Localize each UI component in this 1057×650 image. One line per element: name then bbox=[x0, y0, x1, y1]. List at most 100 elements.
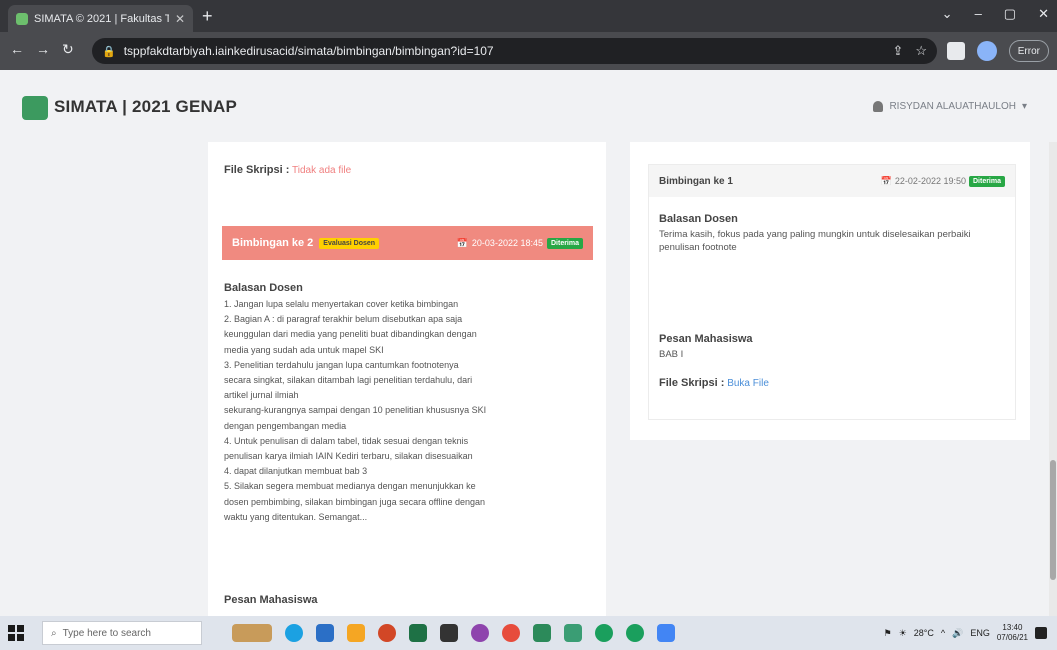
date-text: 22-02-2022 19:50 bbox=[894, 176, 966, 186]
calendar-icon: 📅 bbox=[456, 237, 468, 248]
bimbingan-card-body: Balasan Dosen Terima kasih, fokus pada y… bbox=[649, 197, 1015, 270]
windows-start-icon[interactable] bbox=[8, 625, 24, 641]
bimbingan-date: 📅 20-03-2022 18:45 Diterima bbox=[456, 237, 583, 249]
app-header: SIMATA | 2021 GENAP RISYDAN ALAUATHAULOH… bbox=[0, 70, 1057, 142]
file-skripsi-label: File Skripsi : bbox=[659, 377, 725, 389]
share-icon[interactable]: ⇪ bbox=[892, 43, 903, 59]
url-text: tsppfakdtarbiyah.iainkedirusacid/simata/… bbox=[123, 44, 494, 58]
evaluation-badge: Evaluasi Dosen bbox=[319, 237, 380, 249]
close-window-icon[interactable]: ✕ bbox=[1038, 6, 1049, 22]
error-button[interactable]: Error bbox=[1008, 40, 1049, 62]
app-icon[interactable] bbox=[471, 624, 489, 642]
file-skripsi-row: File Skripsi : Buka File bbox=[659, 377, 769, 389]
balasan-line: dengan pengembangan media bbox=[224, 420, 347, 431]
balasan-dosen-section: Balasan Dosen 1. Jangan lupa selalu meny… bbox=[224, 282, 584, 525]
chrome-icon[interactable] bbox=[595, 624, 613, 642]
pesan-label: Pesan Mahasiswa bbox=[659, 333, 753, 345]
balasan-line: waktu yang ditentukan. Semangat... bbox=[224, 511, 368, 522]
file-skripsi-link[interactable]: Tidak ada file bbox=[292, 165, 351, 176]
browser-actions: Error bbox=[946, 40, 1049, 62]
balasan-line: keunggulan dari media yang peneliti buat… bbox=[224, 329, 477, 340]
taskbar-search[interactable]: ⌕ Type here to search bbox=[42, 621, 202, 645]
file-explorer-icon[interactable] bbox=[347, 624, 365, 642]
app-icon[interactable] bbox=[533, 624, 551, 642]
weather-icon: ☀ bbox=[898, 627, 907, 638]
file-skripsi-row: File Skripsi : Tidak ada file bbox=[224, 164, 351, 176]
caret-down-icon: ▾ bbox=[1021, 101, 1027, 112]
window-controls: ⌄ – ▢ ✕ bbox=[942, 6, 1049, 22]
desktop-thumbnail-icon[interactable] bbox=[232, 624, 272, 642]
user-name: RISYDAN ALAUATHAULOH bbox=[889, 101, 1016, 112]
pesan-mahasiswa-section: Pesan Mahasiswa bbox=[224, 590, 318, 608]
user-icon bbox=[873, 101, 884, 112]
close-tab-icon[interactable]: ✕ bbox=[175, 12, 185, 26]
balasan-line: 1. Jangan lupa selalu menyertakan cover … bbox=[224, 299, 459, 309]
back-icon[interactable]: ← bbox=[10, 41, 24, 57]
site-favicon-icon bbox=[16, 12, 28, 25]
taskbar-apps bbox=[232, 624, 675, 642]
lock-icon: 🔒 bbox=[102, 45, 116, 58]
bimbingan-card-date: 📅 22-02-2022 19:50 Diterima bbox=[880, 175, 1005, 187]
simata-logo bbox=[22, 96, 48, 120]
pesan-text: BAB I bbox=[659, 349, 684, 360]
calendar-icon: 📅 bbox=[880, 175, 892, 186]
edge-icon[interactable] bbox=[285, 624, 303, 642]
status-badge: Diterima bbox=[968, 175, 1005, 187]
balasan-label: Balasan Dosen bbox=[659, 213, 738, 225]
balasan-line: media yang sudah ada untuk mapel SKI bbox=[224, 344, 384, 355]
search-placeholder: Type here to search bbox=[62, 627, 151, 639]
scrollbar-thumb[interactable] bbox=[1050, 460, 1056, 580]
balasan-line: dosen pembimbing, silakan bimbingan juga… bbox=[224, 496, 486, 507]
clock[interactable]: 13:40 07/06/21 bbox=[997, 623, 1028, 643]
bimbingan-title: Bimbingan ke 2 bbox=[232, 237, 314, 249]
network-icon[interactable]: ⚑ bbox=[884, 628, 892, 639]
new-tab-icon[interactable]: + bbox=[202, 6, 213, 26]
maximize-icon[interactable]: ▢ bbox=[1004, 6, 1016, 22]
main-content: File Skripsi : Tidak ada file Bimbingan … bbox=[0, 142, 1057, 616]
app-icon[interactable] bbox=[564, 624, 582, 642]
clock-time: 13:40 bbox=[1002, 623, 1023, 632]
balasan-line: artikel jurnal ilmiah bbox=[224, 390, 299, 401]
chevron-down-icon[interactable]: ⌄ bbox=[942, 6, 953, 22]
balasan-text: Terima kasih, fokus pada yang paling mun… bbox=[659, 229, 971, 253]
browser-tab[interactable]: SIMATA © 2021 | Fakultas Tarbiyah ✕ bbox=[8, 5, 193, 32]
address-bar[interactable]: 🔒 tsppfakdtarbiyah.iainkedirusacid/simat… bbox=[92, 38, 937, 64]
acrobat-icon[interactable] bbox=[378, 624, 396, 642]
extension-icon[interactable] bbox=[946, 42, 965, 60]
balasan-line: penulisan karya ilmiah IAIN Kediri terba… bbox=[224, 451, 473, 462]
bimbingan-card: Bimbingan ke 1 📅 22-02-2022 19:50 Diteri… bbox=[648, 164, 1016, 420]
chrome-icon[interactable] bbox=[626, 624, 644, 642]
notification-icon[interactable] bbox=[1035, 627, 1047, 639]
store-icon[interactable] bbox=[316, 624, 334, 642]
balasan-line: sekurang-kurangnya sampai dengan 10 pene… bbox=[224, 405, 487, 416]
reload-icon[interactable]: ↻ bbox=[62, 41, 74, 58]
file-skripsi-label: File Skripsi : bbox=[224, 164, 290, 176]
system-tray: ⚑ ☀ 28°C ^ 🔊 ENG 13:40 07/06/21 bbox=[884, 623, 1057, 643]
bimbingan-card-title: Bimbingan ke 1 bbox=[659, 175, 733, 187]
chevron-up-icon[interactable]: ^ bbox=[941, 628, 945, 638]
balasan-line: secara singkat, silakan ditambah lagi pe… bbox=[224, 375, 473, 386]
star-icon[interactable]: ☆ bbox=[915, 43, 927, 59]
volume-icon[interactable]: 🔊 bbox=[952, 628, 963, 639]
status-badge: Diterima bbox=[546, 237, 583, 249]
minimize-icon[interactable]: – bbox=[975, 6, 982, 22]
balasan-line: 4. Untuk penulisan di dalam tabel, tidak… bbox=[224, 435, 469, 446]
google-icon[interactable] bbox=[657, 624, 675, 642]
user-menu[interactable]: RISYDAN ALAUATHAULOH ▾ bbox=[873, 101, 1027, 112]
pesan-mahasiswa-section: Pesan Mahasiswa BAB I bbox=[659, 333, 753, 360]
language-indicator[interactable]: ENG bbox=[970, 628, 990, 638]
page-title[interactable]: SIMATA | 2021 GENAP bbox=[54, 97, 237, 117]
balasan-line: 3. Penelitian terdahulu jangan lupa cant… bbox=[224, 359, 459, 370]
omnibox-actions: ⇪ ☆ bbox=[892, 43, 927, 59]
profile-avatar[interactable] bbox=[976, 41, 997, 61]
open-file-link[interactable]: Buka File bbox=[727, 378, 769, 389]
forward-icon[interactable]: → bbox=[36, 41, 50, 57]
excel-icon[interactable] bbox=[409, 624, 427, 642]
opera-icon[interactable] bbox=[502, 624, 520, 642]
page-scrollbar[interactable] bbox=[1049, 142, 1057, 616]
date-text: 20-03-2022 18:45 bbox=[471, 238, 543, 248]
browser-toolbar: ← → ↻ 🔒 tsppfakdtarbiyah.iainkedirusacid… bbox=[0, 32, 1057, 70]
clock-date: 07/06/21 bbox=[996, 633, 1028, 642]
weather-text: 28°C bbox=[913, 628, 934, 638]
terminal-icon[interactable] bbox=[440, 624, 458, 642]
